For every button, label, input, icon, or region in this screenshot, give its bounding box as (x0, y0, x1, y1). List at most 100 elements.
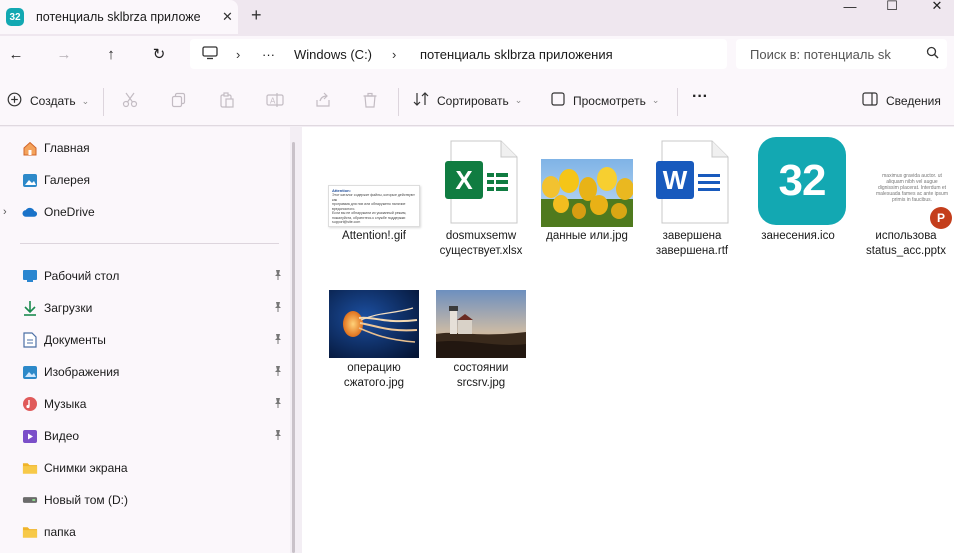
lighthouse-thumbnail (435, 289, 527, 359)
sidebar-item-label: Галерея (44, 173, 91, 187)
powerpoint-icon: P (930, 207, 952, 229)
sidebar-item-folder[interactable]: папка (0, 517, 290, 547)
sort-button[interactable]: Сортировать ⌄ (413, 92, 522, 109)
file-item[interactable]: X dosmuxsemw существует.xlsx (429, 137, 533, 259)
copy-button[interactable] (171, 92, 187, 111)
tab-close-icon[interactable]: ✕ (222, 9, 233, 25)
pin-icon[interactable] (273, 397, 283, 411)
file-name: Attention!.gif (342, 230, 406, 242)
file-item[interactable]: 32 занесения.ico (746, 137, 850, 244)
maximize-icon[interactable]: ☐ (884, 0, 900, 13)
window-close-icon[interactable]: ✕ (929, 0, 945, 13)
toolbar-divider (103, 88, 104, 116)
sidebar-item-screenshots[interactable]: Снимки экрана (0, 453, 290, 483)
file-name: операцию сжатого.jpg (343, 362, 405, 389)
onedrive-icon (22, 204, 38, 220)
sidebar-item-documents[interactable]: Документы (0, 325, 290, 355)
sidebar-item-video[interactable]: Видео (0, 421, 290, 451)
file-item[interactable]: W завершена завершена.rtf (640, 137, 744, 259)
ico-badge: 32 (758, 137, 846, 225)
sidebar-divider (20, 243, 279, 244)
sidebar-item-onedrive[interactable]: › OneDrive (0, 197, 290, 227)
breadcrumb-folder[interactable]: потенциаль sklbrza приложения (420, 47, 613, 62)
word-file-icon: W (652, 137, 732, 227)
file-name: dosmuxsemw существует.xlsx (439, 230, 523, 257)
create-label: Создать (30, 94, 76, 108)
rename-button[interactable]: A (266, 92, 284, 111)
back-icon[interactable]: ← (6, 44, 26, 64)
file-item[interactable]: данные или.jpg (535, 137, 639, 244)
minimize-icon[interactable]: — (838, 0, 862, 14)
more-options-button[interactable]: ··· (692, 88, 708, 106)
sidebar-item-downloads[interactable]: Загрузки (0, 293, 290, 323)
cut-icon (122, 92, 138, 111)
file-name: занесения.ico (761, 230, 835, 242)
address-bar[interactable]: › ··· Windows (C:) › потенциаль sklbrza … (190, 39, 727, 69)
forward-icon[interactable]: → (54, 44, 74, 64)
word-letter: W (662, 164, 688, 195)
sidebar-item-home[interactable]: Главная (0, 133, 290, 163)
search-icon[interactable] (926, 46, 939, 62)
file-list: Attention: Этот каталог содержит файлы, … (302, 127, 954, 553)
file-name: данные или.jpg (546, 230, 628, 242)
pictures-icon (22, 364, 38, 380)
file-name: завершена завершена.rtf (655, 230, 729, 257)
view-button[interactable]: Просмотреть ⌄ (551, 92, 659, 109)
pin-icon[interactable] (273, 301, 283, 315)
share-icon (315, 92, 331, 111)
app-icon: 32 (6, 8, 24, 26)
chevron-down-icon: ⌄ (81, 95, 90, 106)
excel-file-icon: X (441, 137, 521, 227)
folder-icon (22, 460, 38, 476)
powerpoint-thumbnail: maximus gravida auctor. ut aliquam nibh … (860, 137, 952, 229)
drive-icon (22, 492, 38, 508)
breadcrumb-drive[interactable]: Windows (C:) (294, 47, 372, 62)
file-item[interactable]: Attention: Этот каталог содержит файлы, … (322, 137, 426, 244)
search-input[interactable]: Поиск в: потенциаль sk (736, 39, 947, 69)
pin-icon[interactable] (273, 365, 283, 379)
pin-icon[interactable] (273, 269, 283, 283)
sidebar-item-label: папка (44, 525, 76, 539)
sidebar-item-label: Документы (44, 333, 106, 347)
tab-title: потенциаль sklbrza приложе (36, 10, 201, 24)
sidebar-scrollbar[interactable] (292, 142, 295, 553)
details-button[interactable]: Сведения (862, 92, 941, 109)
breadcrumb-more[interactable]: ··· (262, 47, 275, 62)
sort-icon (413, 92, 429, 109)
delete-button[interactable] (362, 92, 378, 111)
sort-label: Сортировать (437, 93, 509, 108)
new-tab-icon[interactable]: + (251, 5, 262, 26)
svg-text:A: A (270, 97, 276, 106)
desktop-icon (22, 268, 38, 284)
paste-button[interactable] (219, 92, 235, 111)
ico-thumbnail: 32 (752, 137, 846, 227)
gif-thumbnail: Attention: Этот каталог содержит файлы, … (328, 137, 420, 227)
sidebar-item-label: Изображения (44, 365, 120, 379)
refresh-icon[interactable]: ↻ (149, 44, 169, 64)
sidebar-item-label: OneDrive (44, 205, 95, 219)
sidebar-item-drive-d[interactable]: Новый том (D:) (0, 485, 290, 515)
pin-icon[interactable] (273, 333, 283, 347)
chevron-down-icon: ⌄ (514, 95, 523, 105)
sidebar-item-label: Главная (44, 141, 90, 155)
sidebar-item-label: Новый том (D:) (44, 493, 128, 507)
tab-active[interactable]: 32 потенциаль sklbrza приложе ✕ (0, 0, 238, 34)
gallery-icon (22, 172, 38, 188)
sidebar-item-pictures[interactable]: Изображения (0, 357, 290, 387)
chevron-right-icon[interactable]: › (3, 206, 7, 218)
breadcrumb-separator-icon: › (392, 46, 397, 62)
sidebar-item-gallery[interactable]: Галерея (0, 165, 290, 195)
pin-icon[interactable] (273, 429, 283, 443)
cut-button[interactable] (122, 92, 138, 111)
sidebar-item-desktop[interactable]: Рабочий стол (0, 261, 290, 291)
up-icon[interactable]: ↑ (101, 44, 121, 64)
share-button[interactable] (315, 92, 331, 111)
sidebar-item-music[interactable]: Музыка (0, 389, 290, 419)
navigation-pane: Главная Галерея › OneDrive Рабочий стол … (0, 127, 290, 553)
file-item[interactable]: состоянии srcsrv.jpg (429, 289, 533, 391)
file-item[interactable]: операцию сжатого.jpg (322, 289, 426, 391)
create-button[interactable]: Создать ⌄ (7, 92, 89, 110)
file-item[interactable]: maximus gravida auctor. ut aliquam nibh … (854, 137, 954, 259)
folder-icon (22, 524, 38, 540)
pptx-preview-text: maximus gravida auctor. ut aliquam nibh … (876, 173, 948, 207)
